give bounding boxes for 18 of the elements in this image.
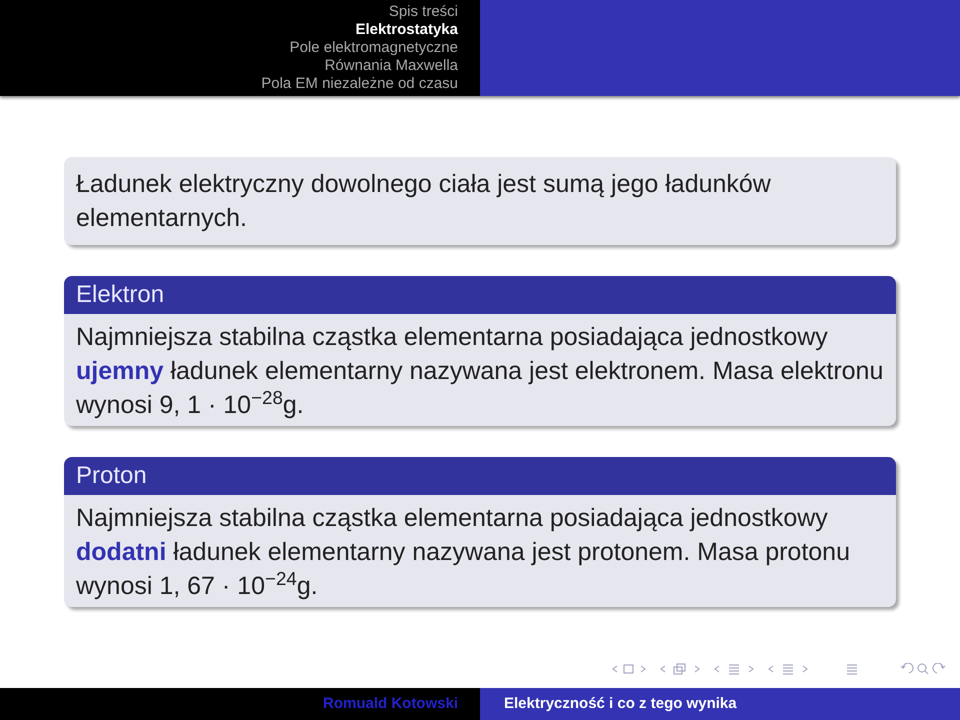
- undo-search-redo-icon[interactable]: [900, 663, 946, 675]
- block-title: Elektron: [64, 276, 896, 314]
- frame-navigation-icon[interactable]: [612, 663, 646, 675]
- section-link[interactable]: Pole elektromagnetyczne: [290, 39, 458, 57]
- align-icon[interactable]: [846, 663, 858, 675]
- section-navigation-icon[interactable]: [768, 663, 808, 675]
- block-text: Najmniejsza stabilna cząstka elementarna posiadająca jednostkowy dodatni ładunek elementarny nazywana jest protonem. Masa protonu wynosi 1, 67 · 10$^{−24}$g.: [76, 503, 851, 602]
- block-title: Proton: [64, 457, 896, 495]
- section-navigation-icon[interactable]: [714, 663, 754, 675]
- block-text: Ładunek elektryczny dowolnego ciała jest sumą jego ładunków elementarnych.: [76, 169, 772, 234]
- section-link[interactable]: Spis treści: [388, 3, 458, 21]
- subsection-navigation-icon[interactable]: [660, 663, 700, 675]
- presentation-title: Elektryczność i co z tego wynika: [504, 694, 737, 714]
- section-link[interactable]: Elektrostatyka: [355, 21, 458, 39]
- author-name: Romuald Kotowski: [322, 694, 458, 714]
- section-link[interactable]: Pola EM niezależne od czasu: [261, 75, 458, 93]
- block-text: Najmniejsza stabilna cząstka elementarna posiadająca jednostkowy ujemny ładunek elementarny nazywana jest elektronem. Masa elektronu wynosi 9, 1 · 10$^{−28}$g.: [76, 322, 884, 421]
- section-link[interactable]: Równania Maxwella: [324, 57, 458, 75]
